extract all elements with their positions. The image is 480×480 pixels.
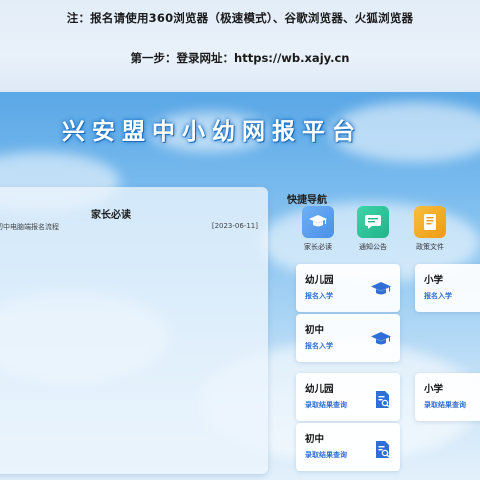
card-title: 初中 <box>305 325 325 336</box>
card-title: 小学 <box>424 275 444 286</box>
card-middle-result[interactable]: 初中 录取结果查询 <box>296 423 400 471</box>
quick-nav-policy-docs[interactable]: 政策文件 <box>405 206 455 252</box>
login-url-step: 第一步：登录网址：https://wb.xajy.cn <box>130 51 350 65</box>
card-primary-enroll[interactable]: 小学 报名入学 <box>415 264 480 312</box>
card-link[interactable]: 报名入学 <box>305 291 333 301</box>
card-link[interactable]: 报名入学 <box>424 291 452 301</box>
card-middle-enroll[interactable]: 初中 报名入学 <box>296 314 400 362</box>
folder-icon <box>414 206 446 238</box>
document-search-icon <box>374 440 392 464</box>
browser-note: 注：报名请使用360浏览器（极速模式）、谷歌浏览器、火狐浏览器 <box>66 11 414 25</box>
quick-nav-label-text: 政策文件 <box>416 243 444 251</box>
quick-nav-notices[interactable]: 通知公告 <box>348 206 398 252</box>
card-link[interactable]: 录取结果查询 <box>305 400 347 410</box>
card-title: 初中 <box>305 434 325 445</box>
graduation-cap-icon <box>370 331 392 351</box>
notice-list-item[interactable]: 初中电脑端报名流程 [2023-06-11] <box>0 222 258 234</box>
notice-panel-title: 家长必读 <box>91 210 131 221</box>
card-primary-result[interactable]: 小学 录取结果查询 <box>415 373 480 421</box>
card-kindergarten-result[interactable]: 幼儿园 录取结果查询 <box>296 373 400 421</box>
document-search-icon <box>374 390 392 414</box>
graduation-cap-icon <box>370 281 392 301</box>
card-title: 幼儿园 <box>305 384 334 395</box>
card-link[interactable]: 报名入学 <box>305 341 333 351</box>
notice-item-text[interactable]: 初中电脑端报名流程 <box>0 222 59 232</box>
card-title: 小学 <box>424 384 444 395</box>
card-kindergarten-enroll[interactable]: 幼儿园 报名入学 <box>296 264 400 312</box>
platform-title: 兴安盟中小幼网报平台 <box>62 118 362 145</box>
quick-nav-label-text: 家长必读 <box>304 243 332 251</box>
quick-nav-label: 快捷导航 <box>287 195 327 206</box>
quick-nav-label-text: 通知公告 <box>359 243 387 251</box>
notice-item-date: [2023-06-11] <box>211 222 258 230</box>
card-title: 幼儿园 <box>305 275 334 286</box>
card-link[interactable]: 录取结果查询 <box>424 400 466 410</box>
card-link[interactable]: 录取结果查询 <box>305 450 347 460</box>
quick-nav-parents-guide[interactable]: 家长必读 <box>293 206 343 252</box>
chat-bubble-icon <box>357 206 389 238</box>
graduation-cap-icon <box>302 206 334 238</box>
